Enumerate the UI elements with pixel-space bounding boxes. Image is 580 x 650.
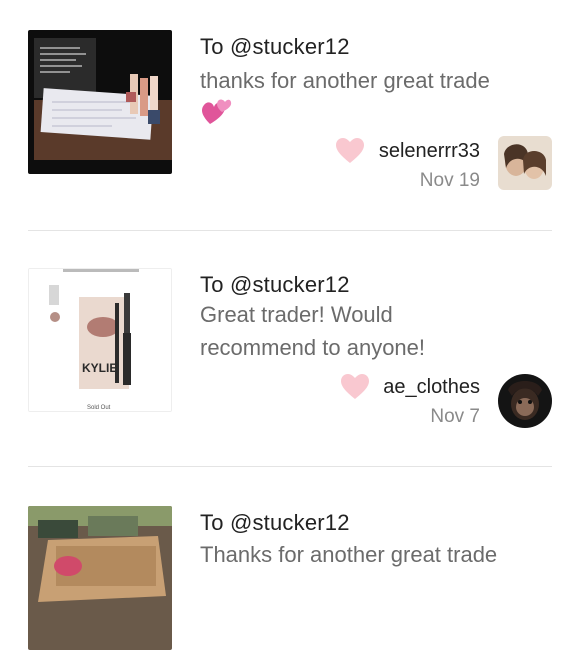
heart-icon[interactable] [341,374,369,400]
review-message: Thanks for another great trade [200,538,560,571]
heart-icon[interactable] [336,138,364,164]
avatar[interactable] [498,136,552,190]
review-message-line: recommend to anyone! [200,335,426,360]
review-recipient: To @stucker12 [200,34,350,59]
review-photo[interactable] [28,506,172,650]
review-feed: To @stucker12 thanks for another great t… [0,0,580,650]
review-item: KYLIE Sold Out To @stucker12 Great trade… [0,268,580,448]
product-brand-text: KYLIE [82,361,117,375]
divider [28,466,552,467]
divider [28,230,552,231]
review-recipient: To @stucker12 [200,510,350,535]
review-date: Nov 19 [419,170,480,191]
review-message: Great trader! Would recommend to anyone! [200,298,560,364]
reviewer-username[interactable]: ae_clothes [383,376,480,399]
review-recipient: To @stucker12 [200,272,350,297]
review-photo[interactable]: KYLIE Sold Out [28,268,172,412]
review-message-line: Thanks for another great trade [200,542,498,567]
two-hearts-icon [202,99,232,124]
avatar[interactable] [498,374,552,428]
review-message-line: Great trader! Would [200,302,393,327]
product-caption-text: Sold Out [87,405,111,411]
review-item: To @stucker12 thanks for another great t… [0,30,580,220]
review-message: thanks for another great trade [200,64,560,97]
review-message-line: thanks for another great trade [200,68,490,93]
review-photo[interactable] [28,30,172,174]
review-item: To @stucker12 Thanks for another great t… [0,506,580,650]
reviewer-username[interactable]: selenerrr33 [379,140,480,163]
review-date: Nov 7 [430,406,480,427]
